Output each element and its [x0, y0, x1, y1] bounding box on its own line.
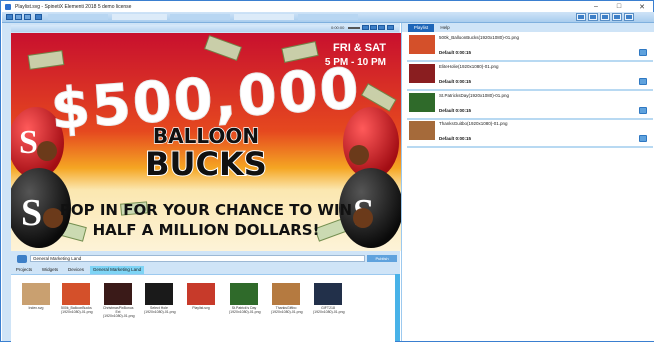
refresh-icon[interactable]	[17, 255, 27, 263]
playlist-item[interactable]: ThanksGuitbo(1920x1080)-01.png Default 0…	[407, 119, 653, 148]
grid-icon[interactable]	[600, 13, 610, 21]
tab-help[interactable]: Help	[435, 24, 455, 32]
right-panel: Playlist Help 500k_BalloonBucks(1920x108…	[401, 23, 654, 341]
logo-letter: S	[21, 192, 42, 234]
playlist-thumbnail	[409, 121, 435, 140]
item-settings-icon[interactable]	[639, 78, 647, 85]
tab-projects[interactable]: Projects	[11, 266, 37, 274]
tab-playlist[interactable]: Playlist	[408, 24, 434, 32]
file-label: 500k_BalloonBucks (1920x1080)-01.png	[61, 306, 93, 314]
browser-tabs: Projects Widgets Devices General Marketi…	[11, 266, 400, 274]
layout-icon[interactable]	[612, 13, 622, 21]
item-settings-icon[interactable]	[639, 135, 647, 142]
file-label: Index.svg	[28, 306, 44, 310]
poster-tagline1: POP IN FOR YOUR CHANCE TO WIN	[60, 201, 352, 219]
file-grid: Index.svg 500k_BalloonBucks (1920x1080)-…	[11, 274, 395, 342]
file-label: St.Patrick's Day (1920x1080)-01.png	[229, 306, 261, 314]
playlist-item-name: EliteHolie(1920x1080)-01.png	[439, 64, 499, 69]
playlist-item-duration: Default 0:00:15	[439, 108, 472, 113]
playlist-item-name: ThanksGuitbo(1920x1080)-01.png	[439, 121, 508, 126]
preview-time: 0:00:00	[331, 25, 345, 30]
content-preview[interactable]: S S S FRI & SAT 5 PM - 10 PM $500,000 BA…	[11, 33, 401, 251]
main-toolbar	[2, 12, 654, 23]
file-label: Select Hole (1920x1080)-01.png	[144, 306, 176, 314]
app-icon	[5, 3, 11, 10]
poster-tagline2: HALF A MILLION DOLLARS!	[93, 221, 320, 239]
file-thumbnail	[22, 283, 50, 305]
file-thumbnail	[314, 283, 342, 305]
file-label: GIFT218 (1920x1080)-01.png	[313, 306, 345, 314]
app-window: Playlist.svg - SpinetiX Elementi 2018 5 …	[0, 0, 654, 342]
file-thumbnail	[272, 283, 300, 305]
tab-widgets[interactable]: Widgets	[37, 266, 63, 274]
playlist-item[interactable]: St.PatricksDay(1920x1080)-01.png Default…	[407, 91, 653, 120]
playlist-item[interactable]: 500k_BalloonBucks(1920x1080)-01.png Defa…	[407, 33, 653, 62]
playlist-item-duration: Default 0:00:15	[439, 136, 472, 141]
logo-letter: S	[19, 124, 38, 161]
balloon-bucks-poster: S S S FRI & SAT 5 PM - 10 PM $500,000 BA…	[11, 33, 401, 251]
playlist-item-name: St.PatricksDay(1920x1080)-01.png	[439, 93, 510, 98]
playlist-thumbnail	[409, 93, 435, 112]
menu-icon[interactable]	[6, 14, 13, 20]
monitor-icon[interactable]	[576, 13, 586, 21]
settings-icon[interactable]	[624, 13, 634, 21]
back-icon[interactable]	[15, 14, 22, 20]
playlist-item-duration: Default 0:00:15	[439, 79, 472, 84]
playlist-thumbnail	[409, 64, 435, 83]
playlist-item-name: 500k_BalloonBucks(1920x1080)-01.png	[439, 35, 520, 40]
file-thumbnail	[145, 283, 173, 305]
save-icon[interactable]	[35, 14, 42, 20]
file-label: ThanksGiftbo (1920x1080)-01.png	[271, 306, 303, 314]
toolbar-segment	[170, 14, 230, 20]
file-thumbnail	[187, 283, 215, 305]
file-thumbnail	[230, 283, 258, 305]
grid-scrollbar[interactable]	[395, 274, 400, 341]
playlist-thumbnail	[409, 35, 435, 54]
playlist-item[interactable]: EliteHolie(1920x1080)-01.png Default 0:0…	[407, 62, 653, 91]
toolbar-segment	[234, 14, 294, 20]
location-field[interactable]: General Marketing Land	[30, 255, 365, 262]
item-settings-icon[interactable]	[639, 107, 647, 114]
poster-word2: BUCKS	[145, 145, 267, 183]
file-thumbnail	[104, 283, 132, 305]
file-label: Playlist.svg	[192, 306, 210, 310]
right-tabs: Playlist Help	[402, 23, 654, 32]
file-item[interactable]: Select Hole (1920x1080)-01.png	[144, 283, 176, 314]
minimize-button[interactable]: –	[585, 1, 607, 12]
tab-general-marketing-land[interactable]: General Marketing Land	[90, 266, 144, 274]
playlist-item-duration: Default 0:00:15	[439, 50, 472, 55]
file-item[interactable]: Playlist.svg	[186, 283, 216, 310]
fullscreen-icon[interactable]	[387, 25, 394, 30]
close-button[interactable]: ✕	[631, 1, 653, 12]
title-bar: Playlist.svg - SpinetiX Elementi 2018 5 …	[1, 1, 653, 12]
toolbar-segment	[298, 14, 358, 20]
file-item[interactable]: Index.svg	[21, 283, 51, 310]
toolbar-segment	[48, 14, 108, 20]
play-icon[interactable]	[370, 25, 377, 30]
poster-date-line1: FRI & SAT	[333, 42, 386, 54]
file-item[interactable]: ChristmasPixBonus Ext (1920x1080)-01.png	[103, 283, 135, 318]
stop-icon[interactable]	[378, 25, 385, 30]
file-thumbnail	[62, 283, 90, 305]
file-item[interactable]: 500k_BalloonBucks (1920x1080)-01.png	[61, 283, 93, 314]
file-label: ChristmasPixBonus Ext (1920x1080)-01.png	[103, 306, 135, 318]
window-title: Playlist.svg - SpinetiX Elementi 2018 5 …	[15, 3, 132, 10]
file-item[interactable]: GIFT218 (1920x1080)-01.png	[313, 283, 345, 314]
time-slider[interactable]	[348, 27, 360, 29]
tab-devices[interactable]: Devices	[63, 266, 89, 274]
file-item[interactable]: St.Patrick's Day (1920x1080)-01.png	[229, 283, 261, 314]
item-settings-icon[interactable]	[639, 49, 647, 56]
file-item[interactable]: ThanksGiftbo (1920x1080)-01.png	[271, 283, 303, 314]
rewind-icon[interactable]	[362, 25, 369, 30]
image-icon[interactable]	[588, 13, 598, 21]
forward-icon[interactable]	[24, 14, 31, 20]
publish-button[interactable]: Publish	[367, 255, 397, 262]
maximize-button[interactable]: □	[608, 1, 630, 12]
toolbar-segment	[112, 14, 167, 20]
